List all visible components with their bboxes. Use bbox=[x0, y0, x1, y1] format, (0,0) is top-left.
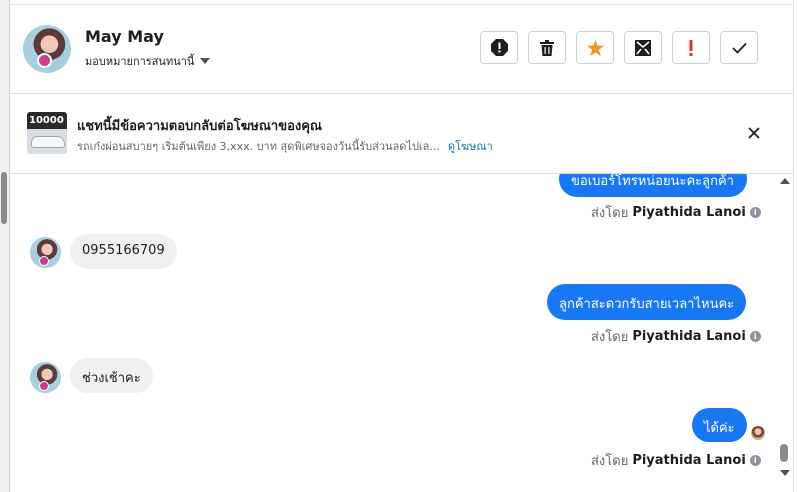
sent-by-name: Piyathida Lanoi bbox=[632, 453, 746, 468]
inbox-envelope-icon bbox=[635, 39, 651, 56]
contact-name[interactable]: May May bbox=[85, 27, 164, 46]
sent-by-prefix: ส่งโดย bbox=[591, 206, 629, 221]
car-image-icon bbox=[31, 136, 65, 148]
sent-by-name: Piyathida Lanoi bbox=[632, 329, 746, 344]
sent-by-label: ส่งโดย Piyathida Lanoi i bbox=[591, 202, 761, 223]
incoming-message[interactable]: ช่วงเช้าคะ bbox=[70, 358, 153, 393]
info-icon: i bbox=[749, 207, 761, 218]
sent-by-prefix: ส่งโดย bbox=[591, 330, 629, 345]
ad-thumbnail[interactable]: 10000 bbox=[27, 112, 67, 154]
spam-octagon-icon bbox=[490, 39, 508, 56]
conversation-actions bbox=[480, 31, 758, 64]
thread-scrollbar[interactable] bbox=[776, 174, 793, 492]
ad-reply-banner: 10000 แชทนี้มีข้อความตอบกลับต่อโฆษณาของค… bbox=[10, 94, 793, 173]
assign-conversation-dropdown[interactable]: มอบหมายการสนทนานี้ bbox=[85, 52, 211, 70]
ad-description-text: รถเก๋งผ่อนสบายๆ เริ่มต้นเพียง 3,xxx. บาท… bbox=[77, 140, 440, 153]
assign-conversation-label: มอบหมายการสนทนานี้ bbox=[85, 55, 195, 68]
close-banner-button[interactable] bbox=[745, 124, 763, 142]
checkmark-icon bbox=[731, 42, 747, 54]
info-icon: i bbox=[749, 455, 761, 466]
close-icon bbox=[748, 127, 760, 139]
trash-icon bbox=[540, 39, 554, 56]
incoming-message[interactable]: 0955166709 bbox=[70, 234, 177, 269]
sent-by-label: ส่งโดย Piyathida Lanoi i bbox=[591, 450, 761, 471]
conversation-header: May May มอบหมายการสนทนานี้ bbox=[10, 5, 793, 93]
star-icon bbox=[586, 39, 604, 56]
ad-banner-title: แชทนี้มีข้อความตอบกลับต่อโฆษณาของคุณ bbox=[77, 119, 322, 134]
ad-thumbnail-text: 10000 bbox=[29, 115, 64, 126]
view-ad-link[interactable]: ดูโฆษณา bbox=[448, 140, 493, 153]
outgoing-message[interactable]: ได้ค่ะ bbox=[692, 408, 747, 442]
move-to-inbox-button[interactable] bbox=[624, 31, 662, 64]
contact-avatar-small bbox=[30, 237, 61, 268]
sent-by-prefix: ส่งโดย bbox=[591, 454, 629, 469]
messenger-badge-icon bbox=[37, 53, 52, 68]
ad-banner-description: รถเก๋งผ่อนสบายๆ เริ่มต้นเพียง 3,xxx. บาท… bbox=[77, 137, 493, 155]
right-border bbox=[793, 0, 794, 492]
scroll-up-arrow-icon[interactable] bbox=[780, 178, 790, 184]
page-scrollbar-thumb[interactable] bbox=[1, 172, 7, 224]
mark-done-button[interactable] bbox=[720, 31, 758, 64]
caret-down-icon bbox=[200, 58, 211, 64]
sent-by-name: Piyathida Lanoi bbox=[632, 205, 746, 220]
page-scrollbar[interactable] bbox=[0, 0, 10, 492]
mark-important-button[interactable] bbox=[672, 31, 710, 64]
exclamation-icon bbox=[689, 39, 693, 56]
thread-scrollbar-thumb[interactable] bbox=[780, 444, 788, 462]
star-button[interactable] bbox=[576, 31, 614, 64]
scroll-down-arrow-icon[interactable] bbox=[780, 470, 790, 476]
info-icon: i bbox=[749, 331, 761, 342]
delete-button[interactable] bbox=[528, 31, 566, 64]
outgoing-message[interactable]: ขอเบอร์โทรหน่อยนะคะลูกค้า bbox=[559, 174, 747, 197]
outgoing-message[interactable]: ลูกค้าสะดวกรับสายเวลาไหนคะ bbox=[547, 284, 747, 320]
sent-by-label: ส่งโดย Piyathida Lanoi i bbox=[591, 326, 761, 347]
contact-avatar-small bbox=[30, 362, 61, 393]
read-receipt-avatar bbox=[751, 426, 765, 440]
message-thread[interactable]: ขอเบอร์โทรหน่อยนะคะลูกค้า ส่งโดย Piyathi… bbox=[10, 174, 776, 492]
mark-spam-button[interactable] bbox=[480, 31, 518, 64]
